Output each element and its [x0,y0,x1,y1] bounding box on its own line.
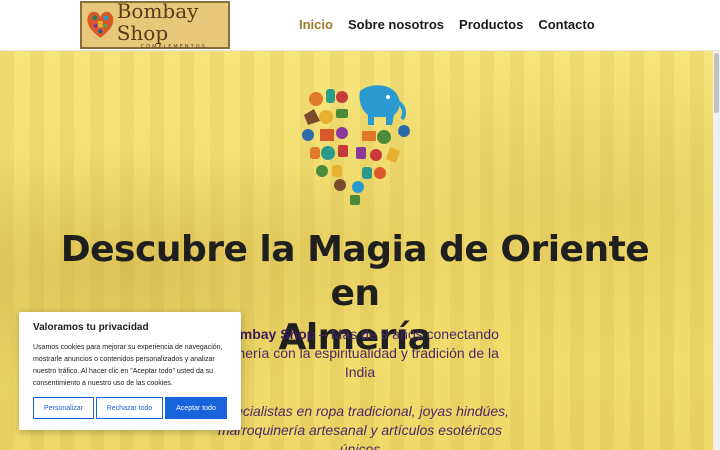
headline-line-1: Descubre la Magia de Oriente en [60,229,650,314]
intro-rest-line1: – Más de 9 años conectando [315,326,499,342]
hero-specialties: Especialistas en ropa tradicional, joyas… [200,402,520,450]
intro-line3: India [344,364,376,380]
specialty-line1: Especialistas en ropa tradicional, joyas… [210,403,510,419]
cookie-customize-button[interactable]: Personalizar [33,397,94,419]
specialty-line2: marroquinería artesanal y artículos esot… [217,422,503,438]
nav-inicio[interactable]: Inicio [299,17,333,32]
site-logo[interactable]: Bombay Shop COMPLEMENTOS [80,0,230,50]
main-nav: Inicio Sobre nosotros Productos Contacto [299,17,595,32]
scrollbar-thumb[interactable] [714,53,719,113]
india-culture-heart-icon [302,85,410,205]
nav-sobre-nosotros[interactable]: Sobre nosotros [348,17,444,32]
cookie-text: Usamos cookies para mejorar su experienc… [33,342,227,390]
cookie-text-line3: nuestro tráfico. Al hacer clic en "Acept… [33,368,214,375]
site-header: Bombay Shop COMPLEMENTOS Inicio Sobre no… [0,0,720,51]
cookie-title: Valoramos tu privacidad [33,322,149,333]
cookie-text-line4: consentimiento a nuestro uso de las cook… [33,380,173,387]
cookie-text-line2: mostrarle anuncios o contenidos personal… [33,356,215,363]
nav-contacto[interactable]: Contacto [538,17,594,32]
cookie-buttons: Personalizar Rechazar todo Aceptar todo [33,397,227,419]
cookie-consent-banner: Valoramos tu privacidad Usamos cookies p… [19,312,241,430]
heart-logo-icon [87,11,114,38]
cookie-accept-button[interactable]: Aceptar todo [165,397,227,419]
intro-line2: Almería con la espiritualidad y tradició… [221,345,499,361]
logo-title: Bombay Shop [116,0,199,45]
specialty-line3: únicos [339,441,381,450]
nav-productos[interactable]: Productos [459,17,523,32]
logo-subtitle: COMPLEMENTOS [140,44,207,50]
cookie-text-line1: Usamos cookies para mejorar su experienc… [33,344,223,351]
hero-intro: Bombay Shop – Más de 9 años conectando A… [200,325,520,382]
cookie-reject-button[interactable]: Rechazar todo [96,397,163,419]
